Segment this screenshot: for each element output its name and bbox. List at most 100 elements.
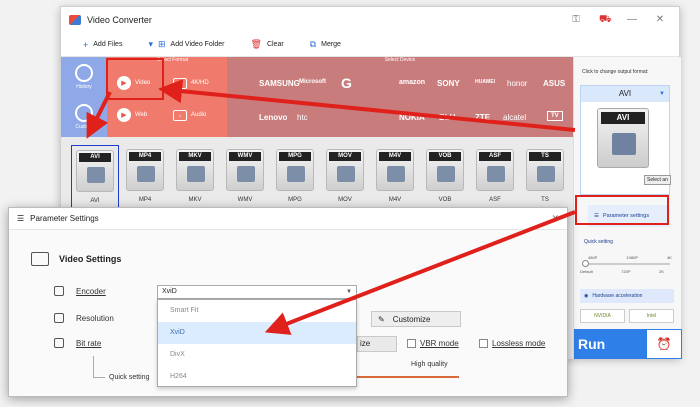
- merge-label: Merge: [321, 41, 341, 48]
- encoder-select[interactable]: XviD ▼: [157, 285, 357, 299]
- web-category-button[interactable]: ▶ Web: [111, 99, 167, 131]
- brand-zte[interactable]: ZTE: [475, 113, 490, 122]
- cart-icon[interactable]: ⛟: [599, 14, 612, 27]
- brand-microsoft[interactable]: Microsoft: [299, 79, 326, 85]
- tile-badge: MPG: [279, 152, 311, 161]
- hardware-acceleration-label: Hardware acceleration: [592, 293, 643, 299]
- encoder-option-smart-fit[interactable]: Smart Fit: [158, 300, 356, 322]
- quality-labels-top: 480P 1080P 4K: [588, 255, 672, 260]
- encoder-option-divx[interactable]: DivX: [158, 344, 356, 366]
- merge-button[interactable]: ⧉ Merge: [310, 39, 341, 50]
- checkbox-box[interactable]: [479, 339, 488, 348]
- gpu-options: NVIDIA Intel: [580, 309, 674, 323]
- dialog-close-icon[interactable]: ✕: [551, 213, 567, 224]
- tile-badge: MP4: [129, 152, 161, 161]
- customize-button[interactable]: ✎ Customize: [371, 311, 461, 327]
- hd-category-button[interactable]: 4K 4K/HD: [167, 67, 223, 99]
- quality-label: 4K: [667, 255, 672, 260]
- chevron-down-icon: ▼: [346, 289, 352, 295]
- film-icon: [387, 166, 405, 182]
- output-panel-header: Click to change output format:: [582, 69, 649, 75]
- settings-sliders-icon: ☰: [17, 214, 25, 223]
- customize-label: Customize: [392, 314, 431, 324]
- tile-name: ASF: [489, 197, 501, 203]
- app-logo-icon: [69, 15, 81, 25]
- bitrate-row: Bit rate: [54, 338, 101, 348]
- encoder-option-xvid[interactable]: XviD: [158, 322, 356, 344]
- ts-file-icon: TS: [526, 149, 564, 191]
- film-icon: [487, 166, 505, 182]
- lossless-mode-checkbox[interactable]: Lossless mode: [479, 339, 545, 348]
- video-film-icon: [31, 252, 49, 266]
- brand-lenovo[interactable]: Lenovo: [259, 113, 287, 122]
- wmv-file-icon: WMV: [226, 149, 264, 191]
- encoder-dropdown-list: Smart Fit XviD DivX H264: [157, 299, 357, 387]
- high-quality-label: High quality: [411, 361, 448, 368]
- checkbox-box[interactable]: [407, 339, 416, 348]
- avi-output-icon: AVI: [597, 108, 649, 168]
- quick-setting-label: Quick setting: [584, 239, 613, 245]
- hardware-acceleration-toggle[interactable]: ◉ Hardware acceleration: [580, 289, 674, 303]
- pencil-icon: ✎: [378, 314, 385, 324]
- tile-name: AVI: [90, 198, 100, 204]
- resolution-row: Resolution: [54, 313, 114, 323]
- brand-htc[interactable]: htc: [297, 113, 308, 122]
- custom-gear-icon: [75, 104, 93, 122]
- close-icon[interactable]: ✕: [655, 14, 665, 27]
- gpu-icon: ◉: [584, 293, 589, 299]
- encoder-option-h264[interactable]: H264: [158, 366, 356, 388]
- toolbar: + Add Files ▾ ⊞ Add Video Folder 🗑 Clear…: [61, 33, 679, 57]
- quality-label: 480P: [588, 255, 598, 260]
- brand-alcatel[interactable]: alcatel: [503, 113, 526, 122]
- tile-badge: ASF: [479, 152, 511, 161]
- 4k-icon: 4K: [173, 77, 187, 89]
- folder-plus-icon: ⊞: [157, 39, 166, 49]
- trash-icon: 🗑: [250, 39, 262, 49]
- output-format-value: AVI: [618, 89, 632, 98]
- clear-button[interactable]: 🗑 Clear: [251, 39, 284, 50]
- vbr-mode-checkbox[interactable]: VBR mode: [407, 339, 459, 348]
- run-button[interactable]: Run: [574, 329, 646, 359]
- slider-knob[interactable]: [582, 260, 589, 267]
- brand-huawei[interactable]: HUAWEI: [475, 79, 495, 85]
- add-files-button[interactable]: + Add Files: [83, 40, 122, 50]
- brand-amazon[interactable]: amazon: [399, 79, 425, 86]
- custom-button[interactable]: Custom: [61, 97, 107, 137]
- brand-sony[interactable]: SONY: [437, 79, 460, 88]
- brand-google[interactable]: G: [341, 75, 352, 91]
- quality-slider[interactable]: [582, 260, 670, 267]
- output-format-selector[interactable]: AVI ▼: [581, 86, 669, 102]
- brand-asus[interactable]: ASUS: [543, 79, 565, 88]
- key-icon[interactable]: ⚿: [571, 14, 581, 27]
- quality-label: 1080P: [626, 255, 638, 260]
- film-icon: [187, 166, 205, 182]
- brand-samsung[interactable]: SAMSUNG: [259, 79, 300, 88]
- history-button[interactable]: History: [61, 57, 107, 97]
- add-video-folder-button[interactable]: ▾ ⊞ Add Video Folder: [148, 39, 224, 50]
- intel-option[interactable]: Intel: [629, 309, 674, 323]
- window-controls: ⚿ ⛟ — ✕: [571, 14, 679, 27]
- tile-badge: AVI: [79, 153, 111, 162]
- dialog-title: Parameter Settings: [30, 214, 99, 223]
- resolution-icon: [54, 313, 64, 323]
- film-icon: [612, 133, 636, 155]
- brand-tv[interactable]: TV: [547, 111, 563, 121]
- parameter-highlight-box: [575, 195, 669, 225]
- alarm-clock-icon[interactable]: ⏰: [646, 329, 682, 359]
- tile-name: MP4: [138, 197, 152, 203]
- device-header: Select Device: [384, 57, 416, 63]
- quality-bar[interactable]: [355, 376, 459, 378]
- brand-nokia[interactable]: NOKIA: [399, 113, 425, 122]
- brand-blu[interactable]: BLU: [439, 113, 455, 122]
- chevron-down-icon[interactable]: ▾: [148, 39, 153, 50]
- plus-icon: +: [83, 39, 89, 50]
- brand-honor[interactable]: honor: [507, 79, 527, 88]
- tile-badge: WMV: [229, 152, 261, 161]
- m4v-file-icon: M4V: [376, 149, 414, 191]
- minimize-icon[interactable]: —: [627, 14, 637, 27]
- film-icon: [537, 166, 555, 182]
- nvidia-option[interactable]: NVIDIA: [580, 309, 625, 323]
- bitrate-customize-button[interactable]: ize: [357, 336, 397, 352]
- audio-icon: ♫: [173, 109, 187, 121]
- audio-category-button[interactable]: ♫ Audio: [167, 99, 223, 131]
